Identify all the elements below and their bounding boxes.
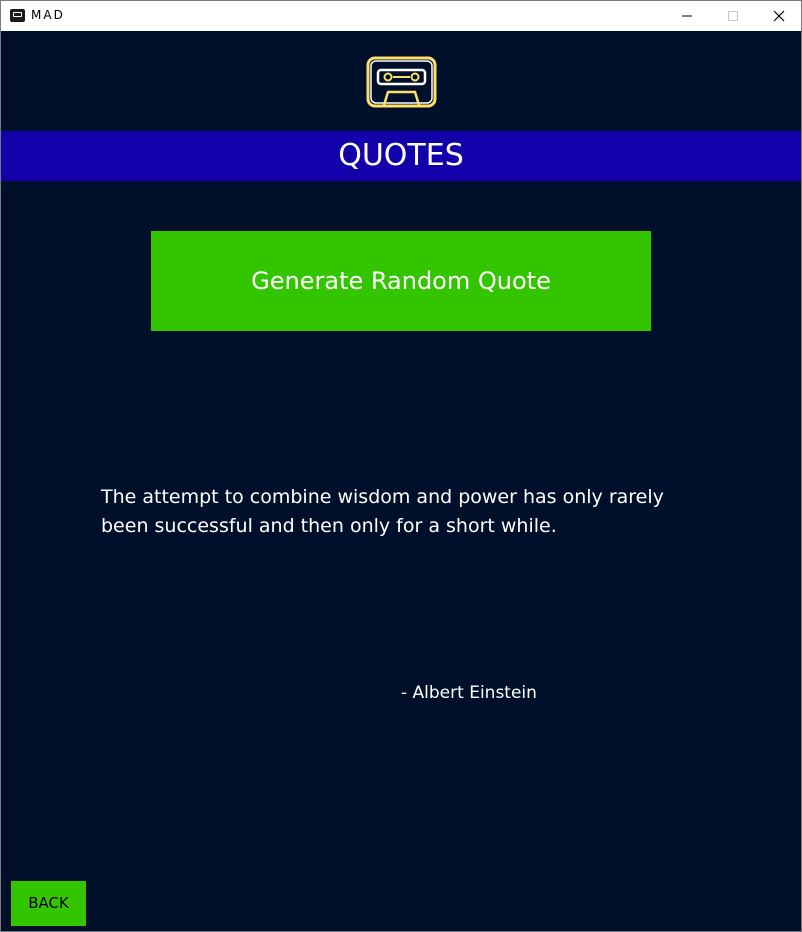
cassette-tape-icon: [366, 56, 437, 108]
close-icon: [773, 10, 785, 22]
generate-quote-button[interactable]: Generate Random Quote: [151, 231, 651, 331]
maximize-button[interactable]: [710, 1, 756, 31]
cassette-icon: [10, 9, 25, 22]
minimize-icon: [682, 15, 692, 17]
quote-text: The attempt to combine wisdom and power …: [101, 486, 664, 537]
page-title: QUOTES: [338, 138, 464, 173]
quote-author: - Albert Einstein: [401, 683, 537, 703]
maximize-icon: [728, 11, 738, 21]
header-banner: QUOTES: [1, 131, 801, 181]
back-button[interactable]: BACK: [11, 881, 86, 926]
app-window: MAD QUOTES Generate Random Quote The att…: [0, 0, 802, 932]
close-button[interactable]: [756, 1, 801, 31]
main-content: QUOTES Generate Random Quote The attempt…: [1, 31, 801, 931]
minimize-button[interactable]: [664, 1, 710, 31]
window-title: MAD: [31, 8, 65, 22]
title-bar[interactable]: MAD: [1, 1, 801, 31]
